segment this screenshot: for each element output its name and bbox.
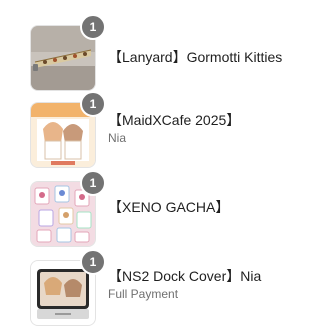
cart-item-list: 1 【Lanyard】Gormotti Kitties 1 【MaidXCafe…	[0, 0, 330, 326]
item-details: 【Lanyard】Gormotti Kitties	[108, 48, 326, 66]
cart-item[interactable]: 1 【XENO GACHA】	[0, 170, 330, 256]
item-variant: Nia	[108, 131, 127, 145]
cart-item[interactable]: 1 【Lanyard】Gormotti Kitties	[0, 14, 330, 100]
item-title[interactable]: 【XENO GACHA】	[108, 198, 326, 216]
product-thumbnail[interactable]: 1	[30, 249, 106, 326]
quantity-badge: 1	[80, 14, 106, 40]
item-details: 【XENO GACHA】	[108, 198, 326, 216]
product-thumbnail[interactable]: 1	[30, 170, 106, 247]
quantity-badge: 1	[80, 170, 106, 196]
item-details: 【MaidXCafe 2025】 Nia	[108, 111, 326, 146]
item-details: 【NS2 Dock Cover】Nia Full Payment	[108, 267, 326, 302]
product-thumbnail[interactable]: 1	[30, 91, 106, 168]
cart-item[interactable]: 1 【NS2 Dock Cover】Nia Full Payment	[0, 249, 330, 335]
product-thumbnail[interactable]: 1	[30, 14, 106, 91]
quantity-badge: 1	[80, 91, 106, 117]
cart-item[interactable]: 1 【MaidXCafe 2025】 Nia	[0, 91, 330, 177]
quantity-badge: 1	[80, 249, 106, 275]
item-payment-option: Full Payment	[108, 287, 179, 301]
item-title[interactable]: 【MaidXCafe 2025】	[108, 111, 326, 129]
item-title[interactable]: 【Lanyard】Gormotti Kitties	[108, 48, 326, 66]
item-title[interactable]: 【NS2 Dock Cover】Nia	[108, 267, 326, 285]
